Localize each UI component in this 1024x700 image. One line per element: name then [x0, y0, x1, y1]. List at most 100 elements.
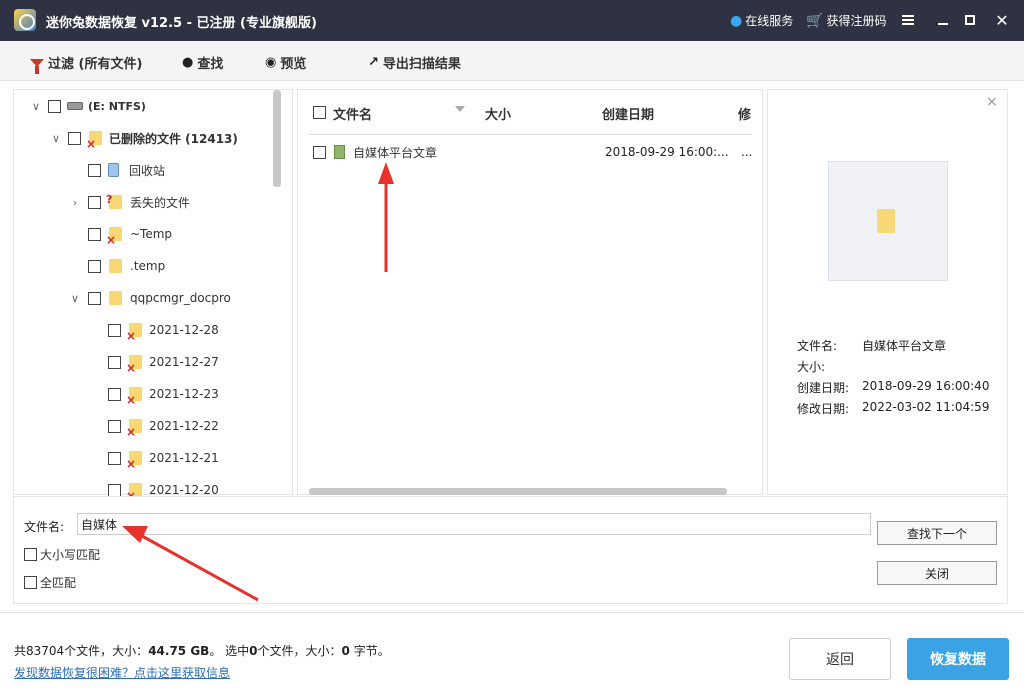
app-logo-icon	[14, 9, 36, 31]
horizontal-scrollbar[interactable]	[309, 488, 727, 495]
eye-icon: ◉	[265, 55, 277, 70]
checkbox[interactable]	[108, 483, 121, 497]
help-link[interactable]: 发现数据恢复很困难？点击这里获取信息	[14, 664, 230, 681]
filter-icon	[30, 58, 44, 74]
close-button[interactable]: ✕	[990, 8, 1014, 32]
find-label: 查找	[197, 57, 224, 72]
preview-panel	[767, 89, 1008, 495]
get-code-link[interactable]: 🛒 获得注册码	[806, 12, 886, 29]
select-all-checkbox[interactable]	[313, 106, 326, 119]
row-modified-truncated: ...	[741, 145, 753, 159]
tree-item-recycle[interactable]: 回收站	[88, 160, 165, 180]
tree-item-date[interactable]: 2021-12-22	[108, 416, 219, 439]
tree-item-date[interactable]: 2021-12-27	[108, 352, 219, 375]
checkbox[interactable]	[88, 259, 101, 273]
find-next-button[interactable]: 查找下一个	[877, 521, 997, 545]
preview-folder-icon	[877, 209, 895, 233]
checkbox[interactable]	[88, 195, 101, 209]
filter-label: 过滤 (所有文件)	[48, 57, 143, 72]
deleted-folder-icon	[86, 131, 102, 151]
checkbox[interactable]	[108, 355, 121, 369]
case-match-label: 大小写匹配	[40, 547, 101, 562]
close-find-button[interactable]: 关闭	[877, 561, 997, 585]
checkbox[interactable]	[108, 419, 121, 433]
checkbox[interactable]	[68, 131, 81, 145]
online-service-label: 在线服务	[745, 14, 794, 28]
summary-end: 字节。	[349, 644, 390, 658]
tree-label: 2021-12-28	[149, 323, 219, 337]
drive-icon	[67, 102, 83, 110]
case-match-checkbox[interactable]	[24, 547, 37, 561]
tree-label: 2021-12-21	[149, 451, 219, 465]
online-service-link[interactable]: ● 在线服务	[730, 12, 793, 29]
find-file-name-input[interactable]	[77, 513, 871, 535]
info-label-created: 创建日期:	[797, 381, 850, 395]
deleted-folder-icon	[126, 419, 142, 439]
checkbox[interactable]	[48, 99, 61, 113]
header-divider	[309, 134, 752, 135]
tree-item-date[interactable]: 2021-12-23	[108, 384, 219, 407]
column-header-size[interactable]: 大小	[485, 104, 511, 123]
chevron-right-icon[interactable]: ›	[68, 196, 82, 209]
file-icon	[334, 145, 345, 159]
chevron-down-icon[interactable]: ∨	[29, 100, 43, 113]
maximize-icon	[965, 15, 975, 25]
tree-item-lost[interactable]: › 丢失的文件	[68, 192, 190, 212]
tree-label: 2021-12-20	[149, 483, 219, 497]
checkbox[interactable]	[108, 323, 121, 337]
table-row[interactable]: 自媒体平台文章	[313, 142, 437, 162]
menu-button[interactable]	[896, 8, 920, 32]
tree-item-deleted[interactable]: ∨ 已删除的文件 (12413)	[49, 128, 238, 151]
row-checkbox[interactable]	[313, 145, 326, 159]
column-header-modified[interactable]: 修	[738, 104, 751, 123]
summary-prefix: 共83704个文件，大小：	[14, 644, 149, 658]
export-button[interactable]: ↗ 导出扫描结果	[368, 53, 461, 72]
folder-icon	[109, 259, 122, 273]
checkbox[interactable]	[88, 291, 101, 305]
menu-icon	[902, 15, 914, 25]
checkbox[interactable]	[108, 451, 121, 465]
tree-item-date[interactable]: 2021-12-21	[108, 448, 219, 471]
deleted-folder-icon	[106, 227, 122, 247]
tree-item-temp[interactable]: ~Temp	[88, 224, 172, 247]
preview-button[interactable]: ◉ 预览	[265, 53, 306, 72]
tree-scrollbar[interactable]	[273, 90, 281, 187]
recover-data-button[interactable]: 恢复数据	[907, 638, 1009, 680]
row-file-name: 自媒体平台文章	[353, 145, 438, 160]
info-value-modified: 2022-03-02 11:04:59	[862, 400, 990, 414]
deleted-folder-icon	[126, 451, 142, 471]
column-header-name[interactable]: 文件名	[333, 104, 372, 123]
tree-item-qqpcmgr[interactable]: ∨ qqpcmgr_docpro	[68, 288, 231, 308]
tree-item-drive[interactable]: ∨ (E: NTFS)	[29, 96, 146, 116]
tree-item-dot-temp[interactable]: .temp	[88, 256, 165, 276]
checkbox[interactable]	[108, 387, 121, 401]
find-button[interactable]: ● 查找	[182, 53, 223, 72]
tree-label: (E: NTFS)	[88, 99, 146, 113]
checkbox[interactable]	[88, 163, 101, 177]
cart-icon: 🛒	[806, 12, 824, 29]
preview-close-icon[interactable]: ×	[986, 94, 998, 110]
qq-icon: ●	[730, 12, 743, 29]
summary-bytes: 0	[341, 644, 350, 658]
chevron-down-icon[interactable]: ∨	[49, 132, 63, 145]
minimize-button[interactable]	[931, 8, 955, 32]
scan-summary: 共83704个文件，大小：44.75 GB。 选中0个文件，大小：0 字节。	[14, 642, 390, 659]
search-icon: ●	[182, 55, 194, 70]
filter-button[interactable]: 过滤 (所有文件)	[30, 53, 143, 74]
close-icon: ✕	[995, 10, 1009, 30]
maximize-button[interactable]	[958, 8, 982, 32]
back-button[interactable]: 返回	[789, 638, 891, 680]
folder-icon	[109, 291, 122, 305]
recycle-bin-icon	[108, 163, 119, 177]
preview-label: 预览	[280, 57, 307, 72]
deleted-folder-icon	[126, 483, 142, 503]
whole-match-checkbox[interactable]	[24, 575, 37, 589]
minimize-icon	[938, 23, 948, 25]
whole-match-option[interactable]: 全匹配	[24, 572, 76, 592]
tree-item-date[interactable]: 2021-12-28	[108, 320, 219, 343]
chevron-down-icon[interactable]: ∨	[68, 292, 82, 305]
column-header-created[interactable]: 创建日期	[602, 104, 654, 123]
checkbox[interactable]	[88, 227, 101, 241]
case-match-option[interactable]: 大小写匹配	[24, 544, 100, 564]
sort-down-icon[interactable]	[455, 106, 465, 112]
